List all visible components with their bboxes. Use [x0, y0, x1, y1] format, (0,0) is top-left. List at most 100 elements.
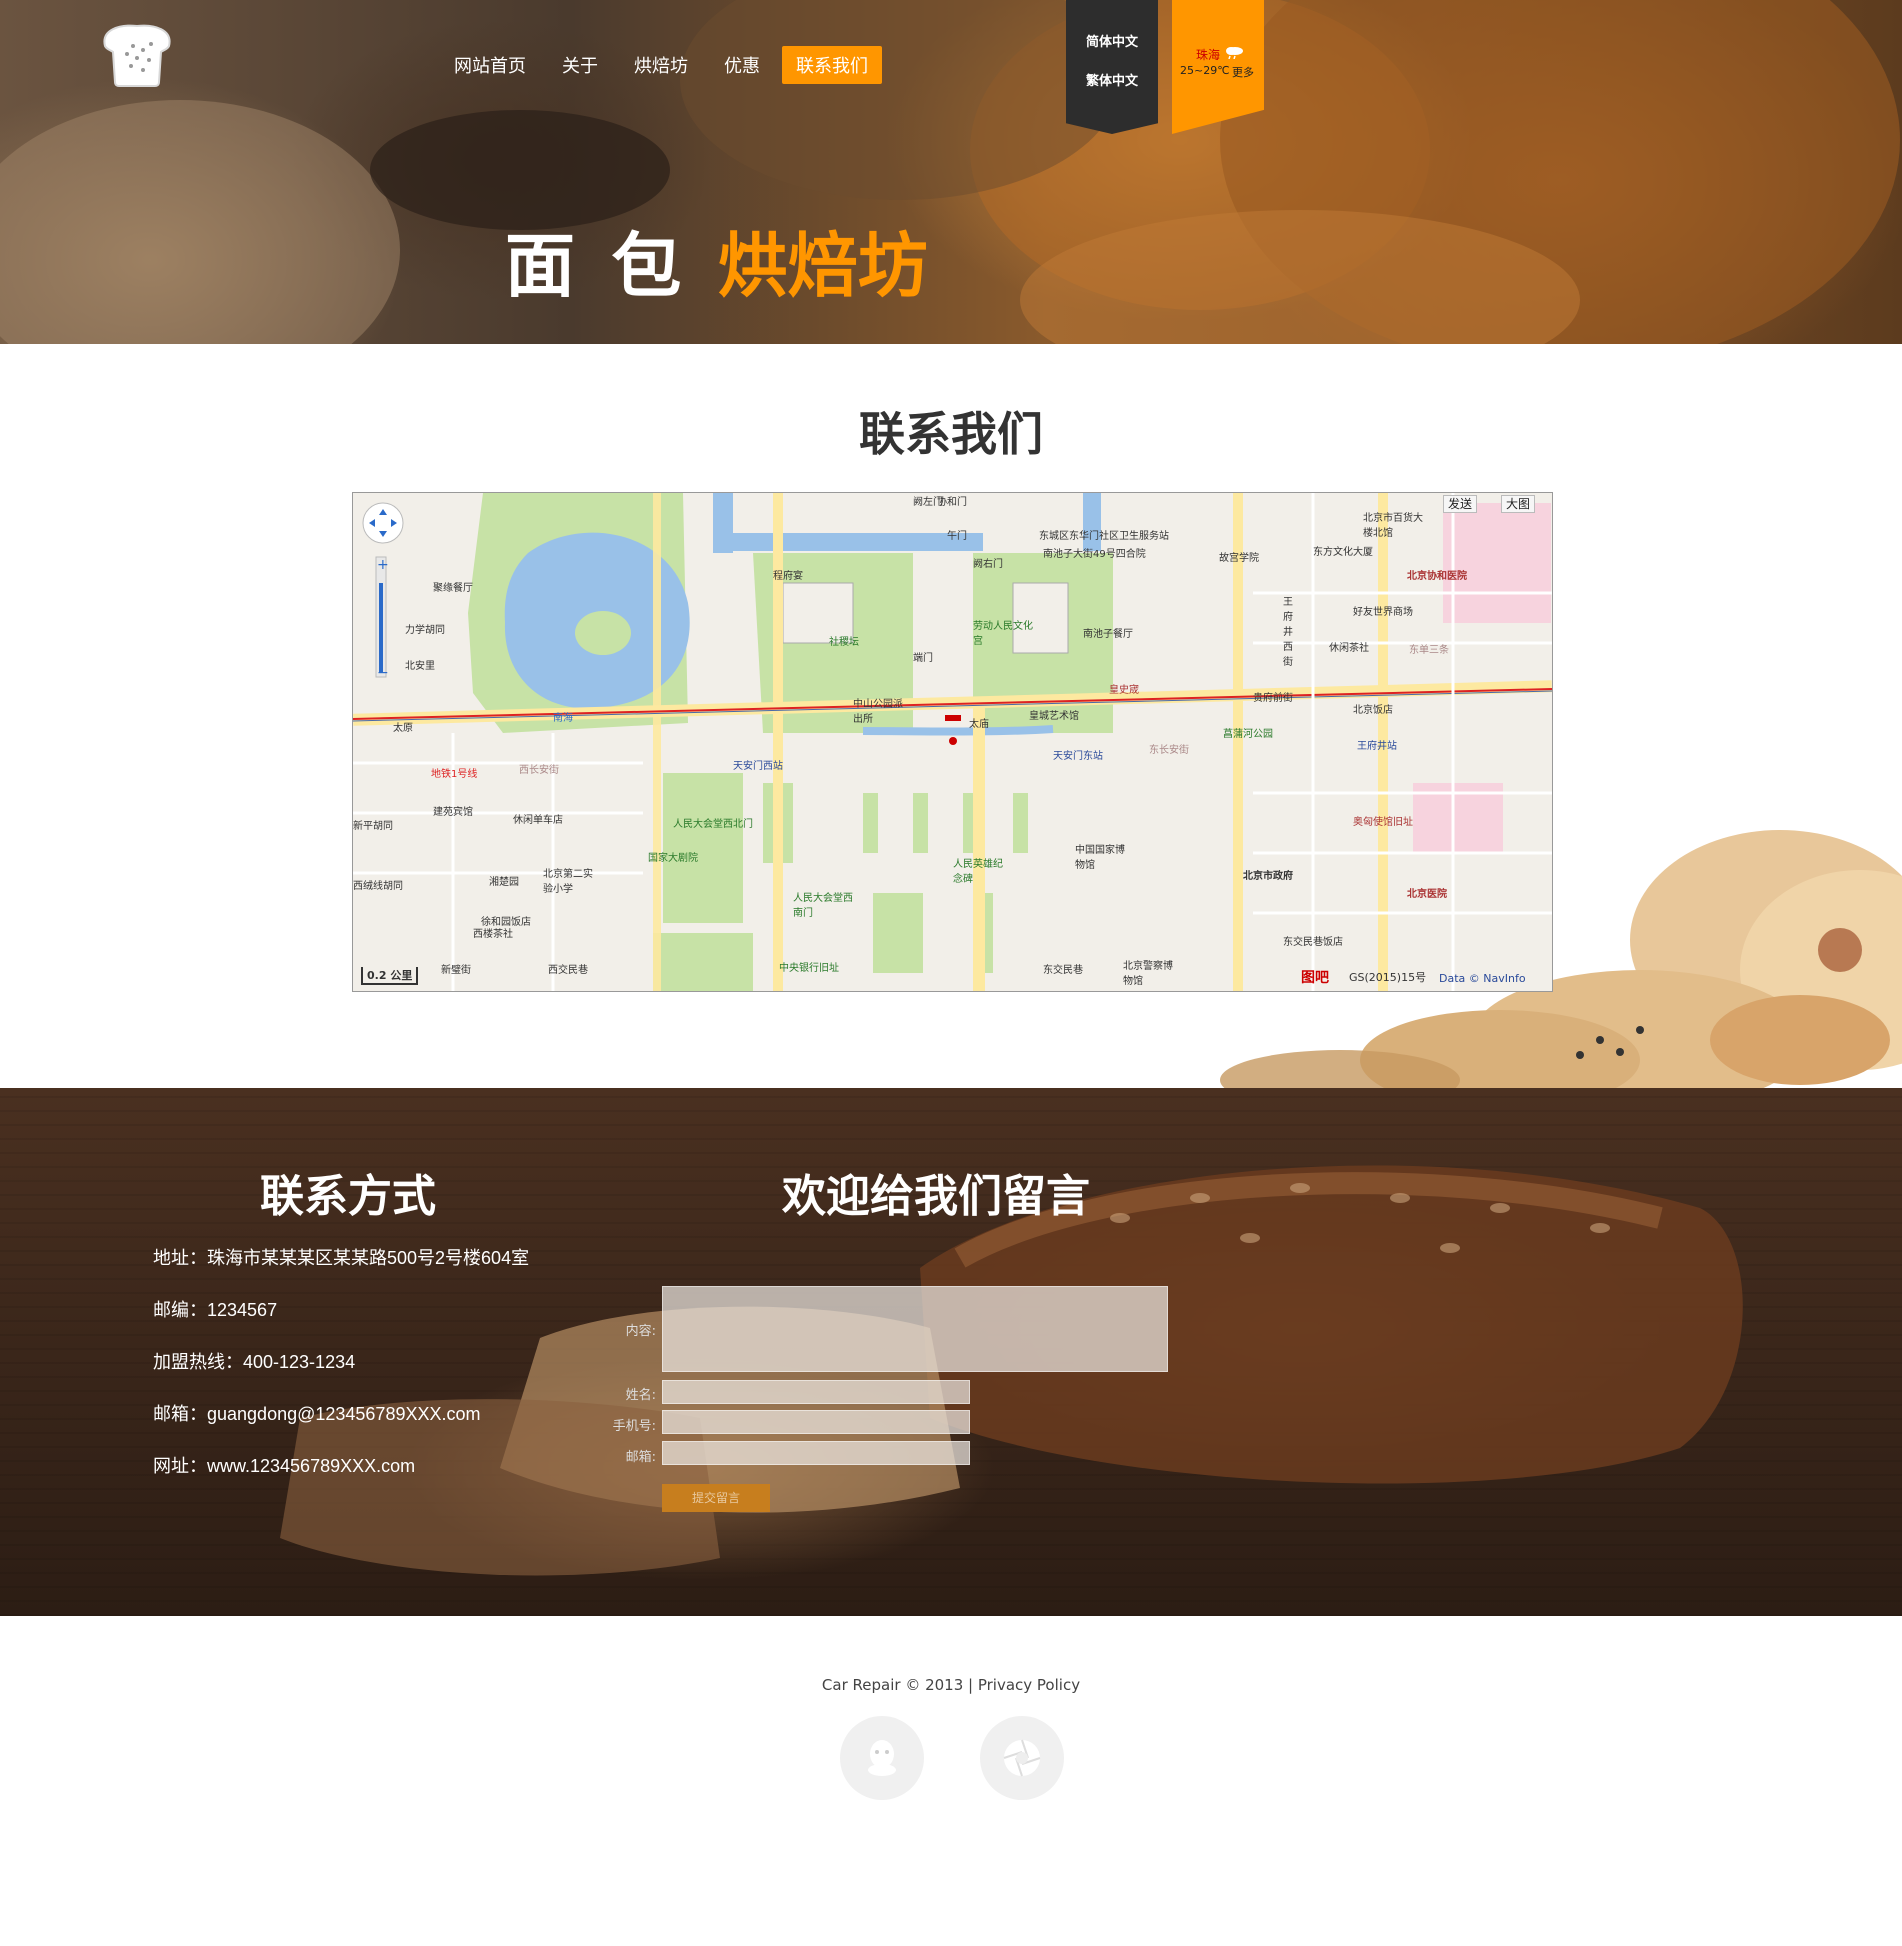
map-label: 天安门东站 — [1053, 751, 1103, 762]
map-label: 湘楚园 — [489, 877, 519, 888]
map-label: 社稷坛 — [829, 637, 859, 648]
map-label: 程府宴 — [773, 571, 803, 582]
hero-title-white: 面 包 — [505, 225, 688, 307]
map-label: 新璧街 — [441, 965, 471, 976]
map-label: 王府井西街 — [1283, 597, 1293, 668]
map-label: 东交民巷饭店 — [1283, 937, 1343, 948]
map-label: 北京第二实验小学 — [543, 869, 593, 895]
nav-about[interactable]: 关于 — [548, 46, 612, 84]
lang-simplified[interactable]: 简体中文 — [1066, 31, 1158, 50]
map-label: 西绒线胡同 — [353, 881, 403, 892]
weather-more-link[interactable]: 更多 — [1232, 64, 1254, 80]
name-label: 姓名: — [625, 1388, 656, 1403]
map-label: 西楼茶社 — [473, 929, 513, 940]
map-label: 休闲茶社 — [1329, 643, 1369, 654]
map-scale: 0.2 公里 — [361, 967, 419, 985]
map-label: 西交民巷 — [548, 965, 588, 976]
map-label: 北京警察博物馆 — [1123, 961, 1173, 987]
contact-section-title: 联系我们 — [859, 407, 1043, 461]
email-label: 邮箱: — [625, 1450, 656, 1465]
name-input[interactable] — [662, 1380, 970, 1404]
submit-message-button[interactable]: 提交留言 — [662, 1484, 770, 1512]
map-label: 太庙 — [969, 719, 989, 730]
map-label: 南池子大街49号四合院 — [1043, 549, 1146, 560]
language-switcher: 简体中文 繁体中文 — [1066, 0, 1158, 134]
map-label: 奥匈使馆旧址 — [1353, 817, 1413, 828]
map-label: 阙右门 — [973, 559, 1003, 570]
map-label: 中山公园派出所 — [853, 699, 903, 725]
map-label: 东单三条 — [1409, 645, 1449, 656]
lang-traditional[interactable]: 繁体中文 — [1066, 70, 1158, 89]
map-label: 东方文化大厦 — [1313, 547, 1373, 558]
map-label: 东长安街 — [1149, 745, 1189, 756]
map-label: 皇史宬 — [1109, 685, 1139, 696]
header-background — [0, 0, 1900, 344]
map-label: 北安里 — [405, 661, 435, 672]
map-label: 贵府前街 — [1253, 693, 1293, 704]
bread-logo-icon[interactable] — [97, 20, 177, 88]
qq-social-button[interactable] — [840, 1716, 924, 1800]
map-label: 北京协和医院 — [1407, 571, 1467, 582]
map-label: 西长安街 — [519, 765, 559, 776]
camera-social-button[interactable] — [980, 1716, 1064, 1800]
map-label: 中国国家博物馆 — [1075, 845, 1125, 871]
map-data-credit: Data © NavInfo — [1439, 972, 1526, 985]
weather-temp: 25~29℃ — [1180, 64, 1230, 77]
contact-website[interactable]: 网址：www.123456789XXX.com — [153, 1452, 415, 1478]
map-label: 天安门西站 — [733, 761, 783, 772]
map-label: 太原 — [393, 723, 413, 734]
footer-copyright[interactable]: Car Repair © 2013 | Privacy Policy — [0, 1676, 1902, 1694]
map-label: 东交民巷 — [1043, 965, 1083, 976]
map-label: 午门 — [947, 531, 967, 542]
map-label: 北京医院 — [1407, 889, 1447, 900]
map-label: 建苑宾馆 — [433, 807, 473, 818]
content-textarea[interactable] — [662, 1286, 1168, 1372]
map-label: 南海 — [553, 713, 573, 724]
map-label: 休闲单车店 — [513, 815, 563, 826]
map-label: 阙左门 — [913, 497, 943, 508]
map-fullscreen-button[interactable]: 大图 — [1501, 495, 1536, 513]
map-label: 人民大会堂西北门 — [673, 819, 753, 830]
contact-hotline: 加盟热线：400-123-1234 — [153, 1352, 356, 1372]
header-banner: 网站首页 关于 烘焙坊 优惠 联系我们 简体中文 繁体中文 珠海 25~29℃ … — [0, 0, 1902, 344]
message-form-heading: 欢迎给我们留言 — [782, 1171, 1090, 1222]
map-send-button[interactable]: 发送 — [1443, 495, 1478, 513]
main-nav: 网站首页 关于 烘焙坊 优惠 联系我们 — [440, 46, 890, 84]
map-label: 人民大会堂西南门 — [793, 893, 853, 919]
map-brand-logo: 图吧 — [1301, 970, 1329, 986]
map-label: 劳动人民文化宫 — [973, 621, 1033, 647]
map-label: 北京饭店 — [1353, 705, 1393, 716]
nav-offers[interactable]: 优惠 — [710, 46, 774, 84]
map-label: 端门 — [913, 653, 933, 664]
contact-postcode: 邮编：1234567 — [153, 1300, 278, 1320]
map-label: 聚缘餐厅 — [433, 583, 473, 594]
map-label: 北京市百货大楼北馆 — [1363, 513, 1423, 539]
email-input[interactable] — [662, 1441, 970, 1465]
map-label: 王府井站 — [1357, 741, 1397, 752]
contact-address: 地址：珠海市某某某区某某路500号2号楼604室 — [153, 1248, 530, 1268]
contact-info-heading: 联系方式 — [260, 1171, 436, 1222]
nav-home[interactable]: 网站首页 — [440, 46, 540, 84]
nav-contact[interactable]: 联系我们 — [782, 46, 882, 84]
map-label: 东城区东华门社区卫生服务站 — [1039, 531, 1169, 542]
phone-input[interactable] — [662, 1410, 970, 1434]
map-license: GS(2015)15号 — [1349, 971, 1427, 984]
map-labels: 协和门 午门 阙右门 程府宴 聚缘餐厅 力学胡同 北安里 社稷坛 劳动人民文化宫… — [353, 493, 1552, 991]
map-label: 中央银行旧址 — [779, 963, 839, 974]
location-map[interactable]: + − 协和门 午门 阙右门 程府宴 聚缘餐厅 力学胡同 北安里 社稷坛 劳动人… — [352, 492, 1553, 992]
nav-bakery[interactable]: 烘焙坊 — [620, 46, 702, 84]
content-label: 内容: — [625, 1324, 656, 1339]
map-label: 国家大剧院 — [648, 853, 698, 864]
map-label: 新平胡同 — [353, 821, 393, 832]
map-label: 皇城艺术馆 — [1029, 711, 1079, 722]
map-label: 北京市政府 — [1243, 871, 1293, 882]
hero-title: 面 包 烘焙坊 — [505, 210, 928, 311]
weather-city: 珠海 — [1196, 48, 1221, 62]
map-label: 地铁1号线 — [431, 769, 478, 780]
map-label: 好友世界商场 — [1353, 607, 1413, 618]
contact-email: 邮箱：guangdong@123456789XXX.com — [153, 1404, 481, 1424]
map-label: 人民英雄纪念碑 — [953, 859, 1003, 885]
cloud-rain-icon — [1224, 44, 1244, 63]
map-label: 力学胡同 — [405, 625, 445, 636]
phone-label: 手机号: — [612, 1419, 656, 1434]
